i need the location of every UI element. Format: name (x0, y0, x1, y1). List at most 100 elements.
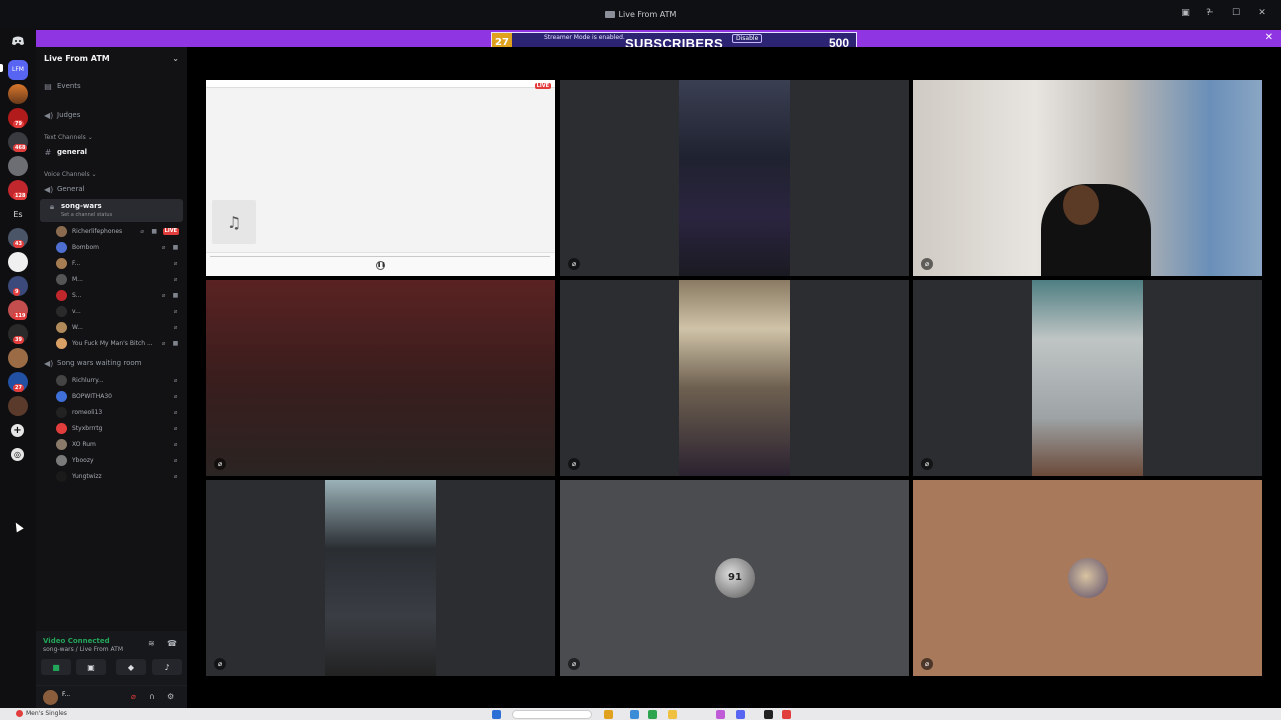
maximize-icon[interactable]: ☐ (1231, 8, 1241, 18)
avatar (56, 406, 67, 418)
avatar (56, 470, 67, 482)
server-live-from-atm[interactable]: LFM (8, 60, 28, 80)
avatar[interactable] (43, 690, 58, 705)
disconnect-icon[interactable]: ☎ (167, 639, 177, 648)
channel-general-text[interactable]: # general (36, 145, 187, 159)
avatar (56, 438, 67, 450)
channel-song-wars[interactable]: 🔒︎ song-wars Set a channel status (40, 199, 183, 222)
activities-button[interactable]: ◆ (116, 659, 146, 675)
channel-judges[interactable]: ◀) Judges (36, 108, 187, 122)
channel-general-voice[interactable]: ◀) General (36, 182, 187, 196)
taskbar-icon[interactable] (716, 710, 725, 719)
voice-user[interactable]: F... ⌀ (56, 257, 179, 269)
video-tile[interactable]: ⌀ (913, 280, 1262, 476)
shared-window-titlebar (206, 80, 555, 88)
screen-share-button[interactable]: ▣ (76, 659, 106, 675)
mic-muted-icon: ⌀ (173, 275, 178, 283)
camera-icon: ■ (172, 339, 179, 347)
taskbar-icon[interactable] (764, 710, 773, 719)
server-icon-13[interactable] (8, 348, 28, 368)
mic-muted-icon: ⌀ (173, 456, 178, 464)
taskbar-icon[interactable] (782, 710, 791, 719)
mic-muted-icon: ⌀ (173, 472, 178, 480)
server-icon-5[interactable] (8, 156, 28, 176)
search-box[interactable] (512, 710, 592, 719)
minimize-icon[interactable]: ─ (1205, 8, 1215, 18)
camera-icon: ■ (172, 243, 179, 251)
noise-suppression-icon[interactable]: ≋ (148, 639, 155, 648)
taskbar-icon[interactable] (668, 710, 677, 719)
category-voice-channels[interactable]: Voice Channels ⌄ (44, 171, 97, 178)
close-window-icon[interactable]: ✕ (1257, 8, 1267, 18)
category-text-channels[interactable]: Text Channels ⌄ (44, 134, 93, 141)
video-tile[interactable]: ⌀ (913, 80, 1262, 276)
video-tile[interactable]: 91 ⌀ (560, 480, 909, 676)
mute-icon[interactable]: ⌀ (131, 692, 136, 701)
discord-home-icon[interactable] (11, 36, 25, 46)
user-panel: F... ⌀ ∩ ⚙ (36, 685, 187, 708)
video-tile[interactable]: ⌀ (560, 280, 909, 476)
discover-icon[interactable]: ◎ (11, 448, 24, 461)
events-item[interactable]: ▤ Events (36, 79, 187, 93)
calendar-icon: ▤ (44, 81, 52, 91)
server-header[interactable]: Live From ATM ⌄ (36, 47, 187, 69)
server-icon-9[interactable] (8, 252, 28, 272)
server-es[interactable]: Es (8, 206, 28, 224)
voice-user[interactable]: S... ⌀ ■ (56, 289, 179, 301)
taskbar-icon[interactable] (648, 710, 657, 719)
voice-user[interactable]: Bombom ⌀ ■ (56, 241, 179, 253)
mic-muted-icon: ⌀ (173, 323, 178, 331)
mic-muted-icon: ⌀ (921, 258, 933, 270)
voice-user[interactable]: You Fuck My Man's Bitch ... ⌀ ■ (56, 337, 179, 349)
voice-user[interactable]: BOPWITHA30 ⌀ (56, 390, 179, 402)
taskbar-icon[interactable] (630, 710, 639, 719)
server-icon-2[interactable] (8, 84, 28, 104)
video-tile[interactable]: ⌀ (206, 480, 555, 676)
video-tile[interactable]: ⌀ (913, 480, 1262, 676)
mic-muted-icon: ⌀ (173, 424, 178, 432)
voice-status[interactable]: Video Connected (43, 637, 110, 645)
voice-user[interactable]: Yungtwizz ⌀ (56, 470, 179, 482)
mic-muted-icon: ⌀ (173, 259, 178, 267)
start-icon[interactable] (492, 710, 501, 719)
taskbar-app[interactable]: Men's Singles (16, 710, 67, 717)
server-badge: 43 (13, 240, 24, 248)
os-taskbar: Men's Singles (0, 708, 1281, 720)
settings-gear-icon[interactable]: ⚙ (167, 692, 174, 701)
close-banner-icon[interactable]: ✕ (1265, 32, 1273, 43)
voice-user[interactable]: Yboozy ⌀ (56, 454, 179, 466)
voice-user[interactable]: romeoli13 ⌀ (56, 406, 179, 418)
avatar (56, 257, 67, 269)
camera-feed (679, 80, 790, 276)
voice-user[interactable]: XO Rum ⌀ (56, 438, 179, 450)
camera-feed (679, 280, 790, 476)
voice-location[interactable]: song-wars / Live From ATM (43, 646, 123, 653)
soundboard-button[interactable]: ♪ (152, 659, 182, 675)
avatar (56, 374, 67, 386)
server-badge: 119 (13, 312, 28, 320)
mic-muted-icon: ⌀ (173, 392, 178, 400)
voice-user[interactable]: Richerlifephones ⌀ ■ LIVE (56, 225, 179, 237)
discord-taskbar-icon[interactable] (736, 710, 745, 719)
video-tile[interactable]: ⌀ (560, 80, 909, 276)
voice-user[interactable]: W... ⌀ (56, 321, 179, 333)
voice-user[interactable]: Styxbrrrtg ⌀ (56, 422, 179, 434)
video-tile-screen-share[interactable]: LIVE ♫ ❚❚ (206, 80, 555, 276)
voice-user[interactable]: Richlurry... ⌀ (56, 374, 179, 386)
taskbar-icon[interactable] (604, 710, 613, 719)
voice-user[interactable]: v... ⌀ (56, 305, 179, 317)
add-server-icon[interactable]: + (11, 424, 24, 437)
channel-sidebar: Live From ATM ⌄ ▤ Events ◀) Judges Text … (36, 47, 187, 708)
lock-icon: 🔒︎ (49, 202, 55, 211)
chevron-down-icon: ⌄ (172, 53, 179, 63)
voice-user[interactable]: M... ⌀ (56, 273, 179, 285)
camera-button[interactable]: ■ (41, 659, 71, 675)
mic-muted-icon: ⌀ (161, 291, 166, 299)
screen-share-icon: ▣ (87, 662, 95, 672)
soundboard-icon: ♪ (164, 662, 170, 672)
headphones-icon[interactable]: ∩ (149, 692, 155, 701)
video-tile[interactable]: ⌀ (206, 280, 555, 476)
channel-song-wars-waiting-room[interactable]: ◀) Song wars waiting room (36, 356, 187, 370)
inbox-icon[interactable]: ▣ (1180, 8, 1191, 19)
server-icon-15[interactable] (8, 396, 28, 416)
